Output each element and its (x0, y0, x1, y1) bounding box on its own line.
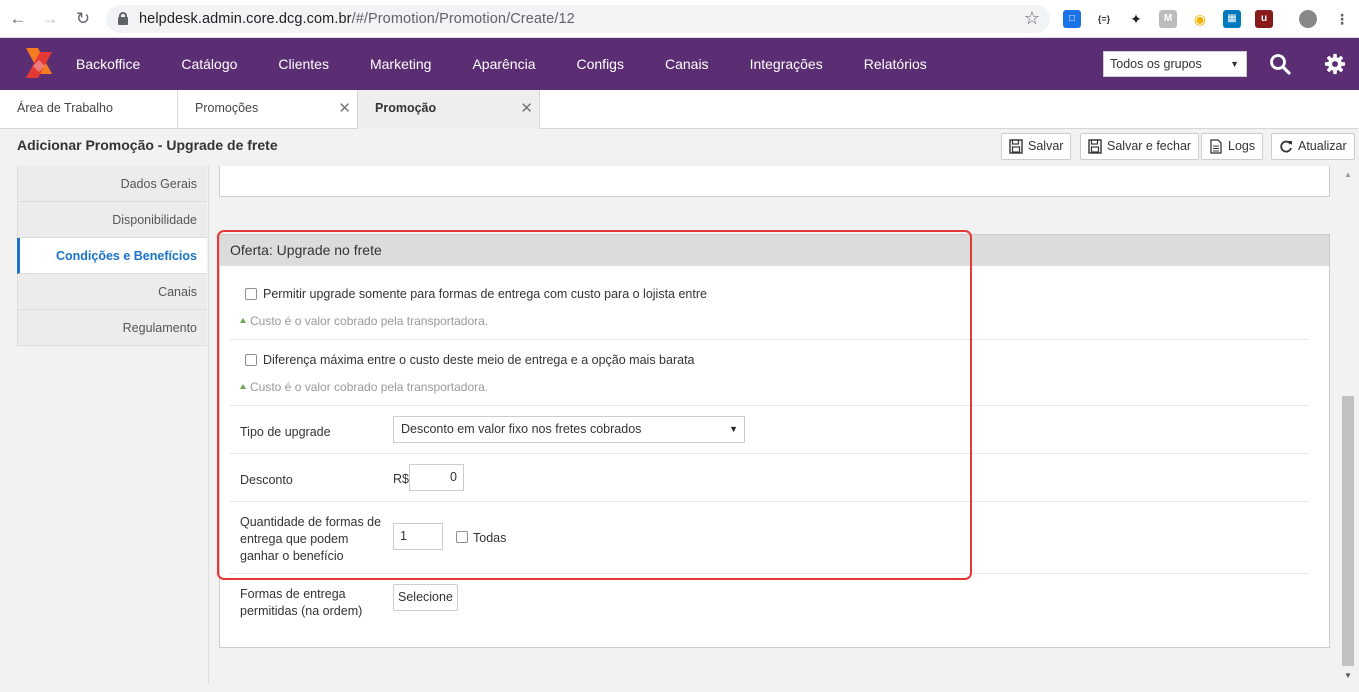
m-extension-icon[interactable]: M (1159, 10, 1177, 28)
tab-label: Promoções (195, 101, 259, 115)
tab-strip: Área de Trabalho Promoções ✕ Promoção ✕ (0, 90, 1359, 129)
tab-area-de-trabalho[interactable]: Área de Trabalho (0, 90, 178, 129)
scrollbar-thumb[interactable] (1342, 396, 1354, 666)
save-and-close-button[interactable]: Salvar e fechar (1080, 133, 1200, 160)
back-arrow-icon[interactable]: ← (8, 9, 28, 29)
logs-button-label: Logs (1228, 139, 1256, 153)
nav-canais[interactable]: Canais (665, 38, 709, 90)
save-button-label: Salvar (1028, 139, 1064, 153)
browser-toolbar: ← → ↻ helpdesk.admin.core.dcg.com.br/#/P… (0, 0, 1359, 38)
refresh-button[interactable]: Atualizar (1271, 133, 1355, 160)
main-menu: Backoffice Catálogo Clientes Marketing A… (76, 38, 968, 90)
nav-clientes[interactable]: Clientes (278, 38, 329, 90)
option2-checkbox[interactable] (245, 354, 257, 366)
chevron-down-icon: ▼ (1230, 59, 1239, 69)
section-sidebar: Dados Gerais Disponibilidade Condições e… (17, 166, 207, 346)
lock-icon (118, 12, 128, 25)
shipping-methods-label-line1: Formas de entrega (240, 587, 346, 601)
scroll-up-icon[interactable]: ▲ (1344, 170, 1352, 179)
nav-marketing[interactable]: Marketing (370, 38, 431, 90)
close-icon[interactable]: ✕ (338, 90, 351, 127)
quantity-label-line1: Quantidade de formas de (240, 515, 382, 529)
nav-relatorios[interactable]: Relatórios (864, 38, 927, 90)
option1-checkbox[interactable] (245, 288, 257, 300)
content-scrollbar[interactable]: ▲ ▼ (1339, 166, 1357, 684)
all-checkbox[interactable] (456, 531, 468, 543)
address-bar[interactable]: helpdesk.admin.core.dcg.com.br/#/Promoti… (106, 5, 1050, 33)
upgrade-type-label: Tipo de upgrade (240, 425, 331, 439)
sidebar-item-condicoes-beneficios[interactable]: Condições e Benefícios (17, 238, 207, 274)
tab-promocao[interactable]: Promoção ✕ (358, 90, 540, 129)
extension-icon[interactable]: □ (1063, 10, 1081, 28)
triangle-up-icon (240, 384, 246, 389)
nav-aparencia[interactable]: Aparência (472, 38, 535, 90)
previous-section-panel (219, 166, 1330, 197)
logs-button[interactable]: Logs (1201, 133, 1264, 160)
forward-arrow-icon[interactable]: → (40, 9, 60, 29)
branch-extension-icon[interactable]: ✦ (1127, 10, 1145, 28)
save-button[interactable]: Salvar (1001, 133, 1072, 160)
all-label: Todas (473, 531, 507, 545)
floppy-disk-icon (1088, 139, 1102, 154)
divider (230, 501, 1308, 502)
ublock-extension-icon[interactable]: u (1255, 10, 1273, 28)
quantity-input[interactable]: 1 (393, 523, 443, 550)
close-icon[interactable]: ✕ (520, 90, 533, 127)
refresh-button-label: Atualizar (1298, 139, 1347, 153)
main-content: Oferta: Upgrade no frete Permitir upgrad… (208, 166, 1339, 684)
reload-icon[interactable]: ↻ (73, 9, 93, 29)
triangle-up-icon (240, 318, 246, 323)
discount-input[interactable]: 0 (409, 464, 464, 491)
upgrade-type-select[interactable]: Desconto em valor fixo nos fretes cobrad… (393, 416, 745, 443)
main-navbar: Backoffice Catálogo Clientes Marketing A… (0, 38, 1359, 90)
nav-backoffice[interactable]: Backoffice (76, 38, 140, 90)
quantity-label-line3: ganhar o benefício (240, 549, 344, 563)
currency-label: R$ (393, 472, 409, 486)
upgrade-type-value: Desconto em valor fixo nos fretes cobrad… (401, 422, 642, 436)
sidebar-item-disponibilidade[interactable]: Disponibilidade (17, 202, 207, 238)
tab-label: Área de Trabalho (17, 101, 113, 115)
offer-panel-title: Oferta: Upgrade no frete (220, 235, 1329, 266)
select-shipping-button[interactable]: Selecione (393, 584, 458, 611)
floppy-disk-icon (1009, 139, 1023, 154)
option2-hint: Custo é o valor cobrado pela transportad… (240, 380, 488, 394)
group-select[interactable]: Todos os grupos ▼ (1103, 51, 1247, 77)
brand-logo-icon[interactable] (24, 46, 54, 80)
tab-label: Promoção (375, 101, 437, 115)
save-and-close-label: Salvar e fechar (1107, 139, 1192, 153)
search-icon[interactable] (1269, 53, 1291, 75)
divider (230, 405, 1308, 406)
json-extension-icon[interactable]: {=} (1095, 10, 1113, 28)
url-text: helpdesk.admin.core.dcg.com.br/#/Promoti… (139, 11, 575, 27)
option1-hint: Custo é o valor cobrado pela transportad… (240, 314, 488, 328)
quantity-label-line2: entrega que podem (240, 532, 349, 546)
circle-extension-icon[interactable]: ◉ (1191, 10, 1209, 28)
refresh-icon (1280, 140, 1292, 153)
trello-extension-icon[interactable]: ▦ (1223, 10, 1241, 28)
scroll-down-icon[interactable]: ▼ (1344, 671, 1352, 680)
browser-menu-icon[interactable]: ⋮ (1333, 10, 1351, 28)
tab-promocoes[interactable]: Promoções ✕ (178, 90, 358, 129)
sidebar-item-dados-gerais[interactable]: Dados Gerais (17, 166, 207, 202)
sidebar-item-regulamento[interactable]: Regulamento (17, 310, 207, 346)
sidebar-item-canais[interactable]: Canais (17, 274, 207, 310)
gear-icon[interactable] (1324, 53, 1346, 75)
discount-label: Desconto (240, 473, 293, 487)
nav-catalogo[interactable]: Catálogo (181, 38, 237, 90)
shipping-methods-label-line2: permitidas (na ordem) (240, 604, 363, 618)
page-title: Adicionar Promoção - Upgrade de frete (17, 137, 278, 153)
bookmark-star-icon[interactable]: ☆ (1024, 8, 1040, 29)
option2-label: Diferença máxima entre o custo deste mei… (263, 353, 695, 367)
group-select-value: Todos os grupos (1110, 57, 1202, 71)
divider (230, 339, 1308, 340)
offer-panel: Oferta: Upgrade no frete Permitir upgrad… (219, 234, 1330, 648)
option1-label: Permitir upgrade somente para formas de … (263, 287, 707, 301)
divider (230, 453, 1308, 454)
nav-integracoes[interactable]: Integrações (750, 38, 823, 90)
divider (230, 573, 1308, 574)
chevron-down-icon: ▼ (729, 424, 738, 434)
document-icon (1210, 139, 1222, 154)
profile-avatar[interactable] (1299, 10, 1317, 28)
nav-configs[interactable]: Configs (577, 38, 624, 90)
